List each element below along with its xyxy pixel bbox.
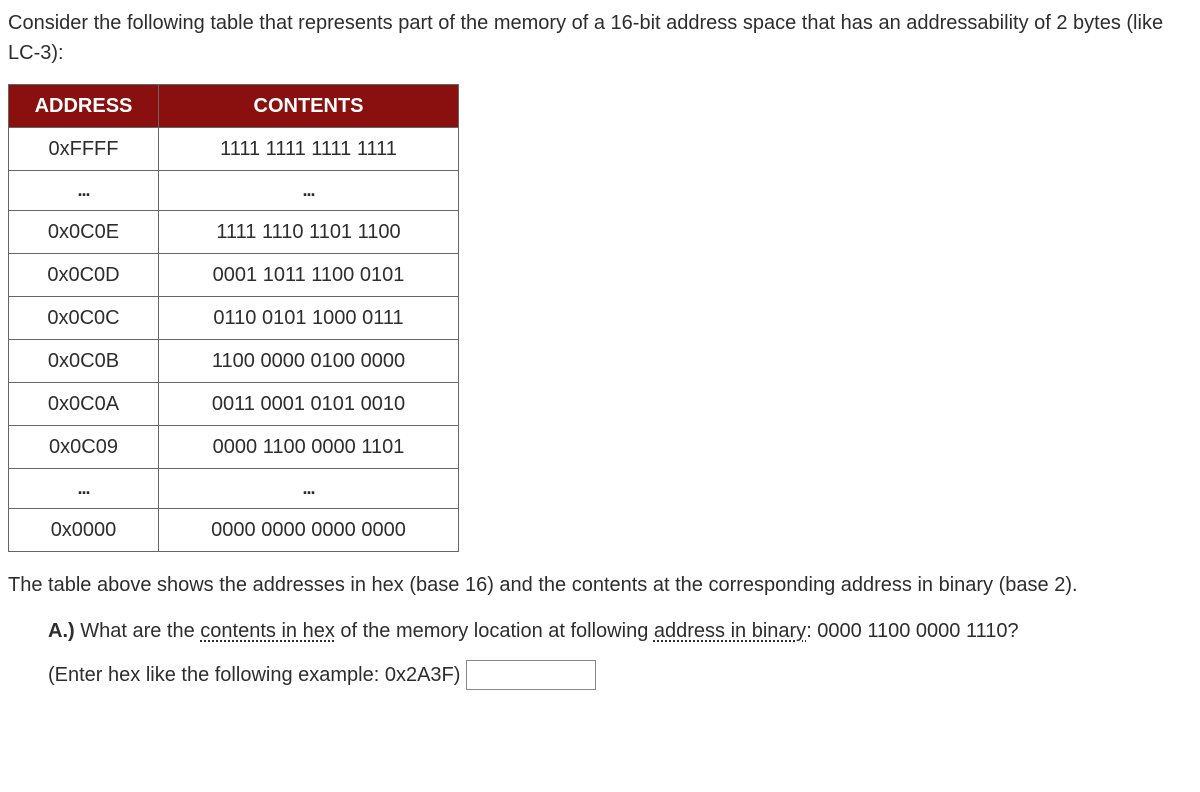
cell-address: 0x0C0D (9, 254, 159, 297)
cell-address: 0x0C0E (9, 211, 159, 254)
cell-address: 0x0C09 (9, 426, 159, 469)
table-row: 0x0C0E 1111 1110 1101 1100 (9, 211, 459, 254)
question-text-pre: What are the (75, 620, 201, 642)
question-a: A.) What are the contents in hex of the … (8, 616, 1192, 646)
table-row: 0x0C0A 0011 0001 0101 0010 (9, 383, 459, 426)
table-caption: The table above shows the addresses in h… (8, 570, 1192, 600)
cell-contents: 0110 0101 1000 0111 (159, 297, 459, 340)
cell-contents: ... (159, 469, 459, 509)
cell-contents: 1111 1111 1111 1111 (159, 128, 459, 171)
cell-address: 0xFFFF (9, 128, 159, 171)
table-row: 0x0C0C 0110 0101 1000 0111 (9, 297, 459, 340)
cell-address: 0x0C0A (9, 383, 159, 426)
question-underline-1: contents in hex (200, 620, 335, 642)
input-hint: (Enter hex like the following example: 0… (48, 660, 460, 690)
cell-contents: 0000 0000 0000 0000 (159, 509, 459, 552)
header-address: ADDRESS (9, 85, 159, 128)
cell-contents: 1100 0000 0100 0000 (159, 340, 459, 383)
table-header-row: ADDRESS CONTENTS (9, 85, 459, 128)
table-row: 0x0000 0000 0000 0000 0000 (9, 509, 459, 552)
question-text-post: : 0000 1100 0000 1110? (806, 620, 1018, 642)
table-row: ... ... (9, 469, 459, 509)
cell-contents: ... (159, 171, 459, 211)
answer-row: (Enter hex like the following example: 0… (8, 660, 1192, 690)
header-contents: CONTENTS (159, 85, 459, 128)
cell-contents: 1111 1110 1101 1100 (159, 211, 459, 254)
question-label: A.) (48, 620, 75, 642)
cell-address: 0x0C0B (9, 340, 159, 383)
table-row: ... ... (9, 171, 459, 211)
question-text-mid: of the memory location at following (335, 620, 654, 642)
table-row: 0xFFFF 1111 1111 1111 1111 (9, 128, 459, 171)
cell-address: ... (9, 469, 159, 509)
table-row: 0x0C0D 0001 1011 1100 0101 (9, 254, 459, 297)
cell-contents: 0011 0001 0101 0010 (159, 383, 459, 426)
memory-table: ADDRESS CONTENTS 0xFFFF 1111 1111 1111 1… (8, 84, 459, 552)
question-underline-2: address in binary (654, 620, 806, 642)
table-row: 0x0C09 0000 1100 0000 1101 (9, 426, 459, 469)
answer-input[interactable] (466, 660, 596, 690)
cell-address: 0x0C0C (9, 297, 159, 340)
cell-address: 0x0000 (9, 509, 159, 552)
cell-contents: 0000 1100 0000 1101 (159, 426, 459, 469)
cell-contents: 0001 1011 1100 0101 (159, 254, 459, 297)
intro-text: Consider the following table that repres… (8, 8, 1192, 68)
table-row: 0x0C0B 1100 0000 0100 0000 (9, 340, 459, 383)
cell-address: ... (9, 171, 159, 211)
